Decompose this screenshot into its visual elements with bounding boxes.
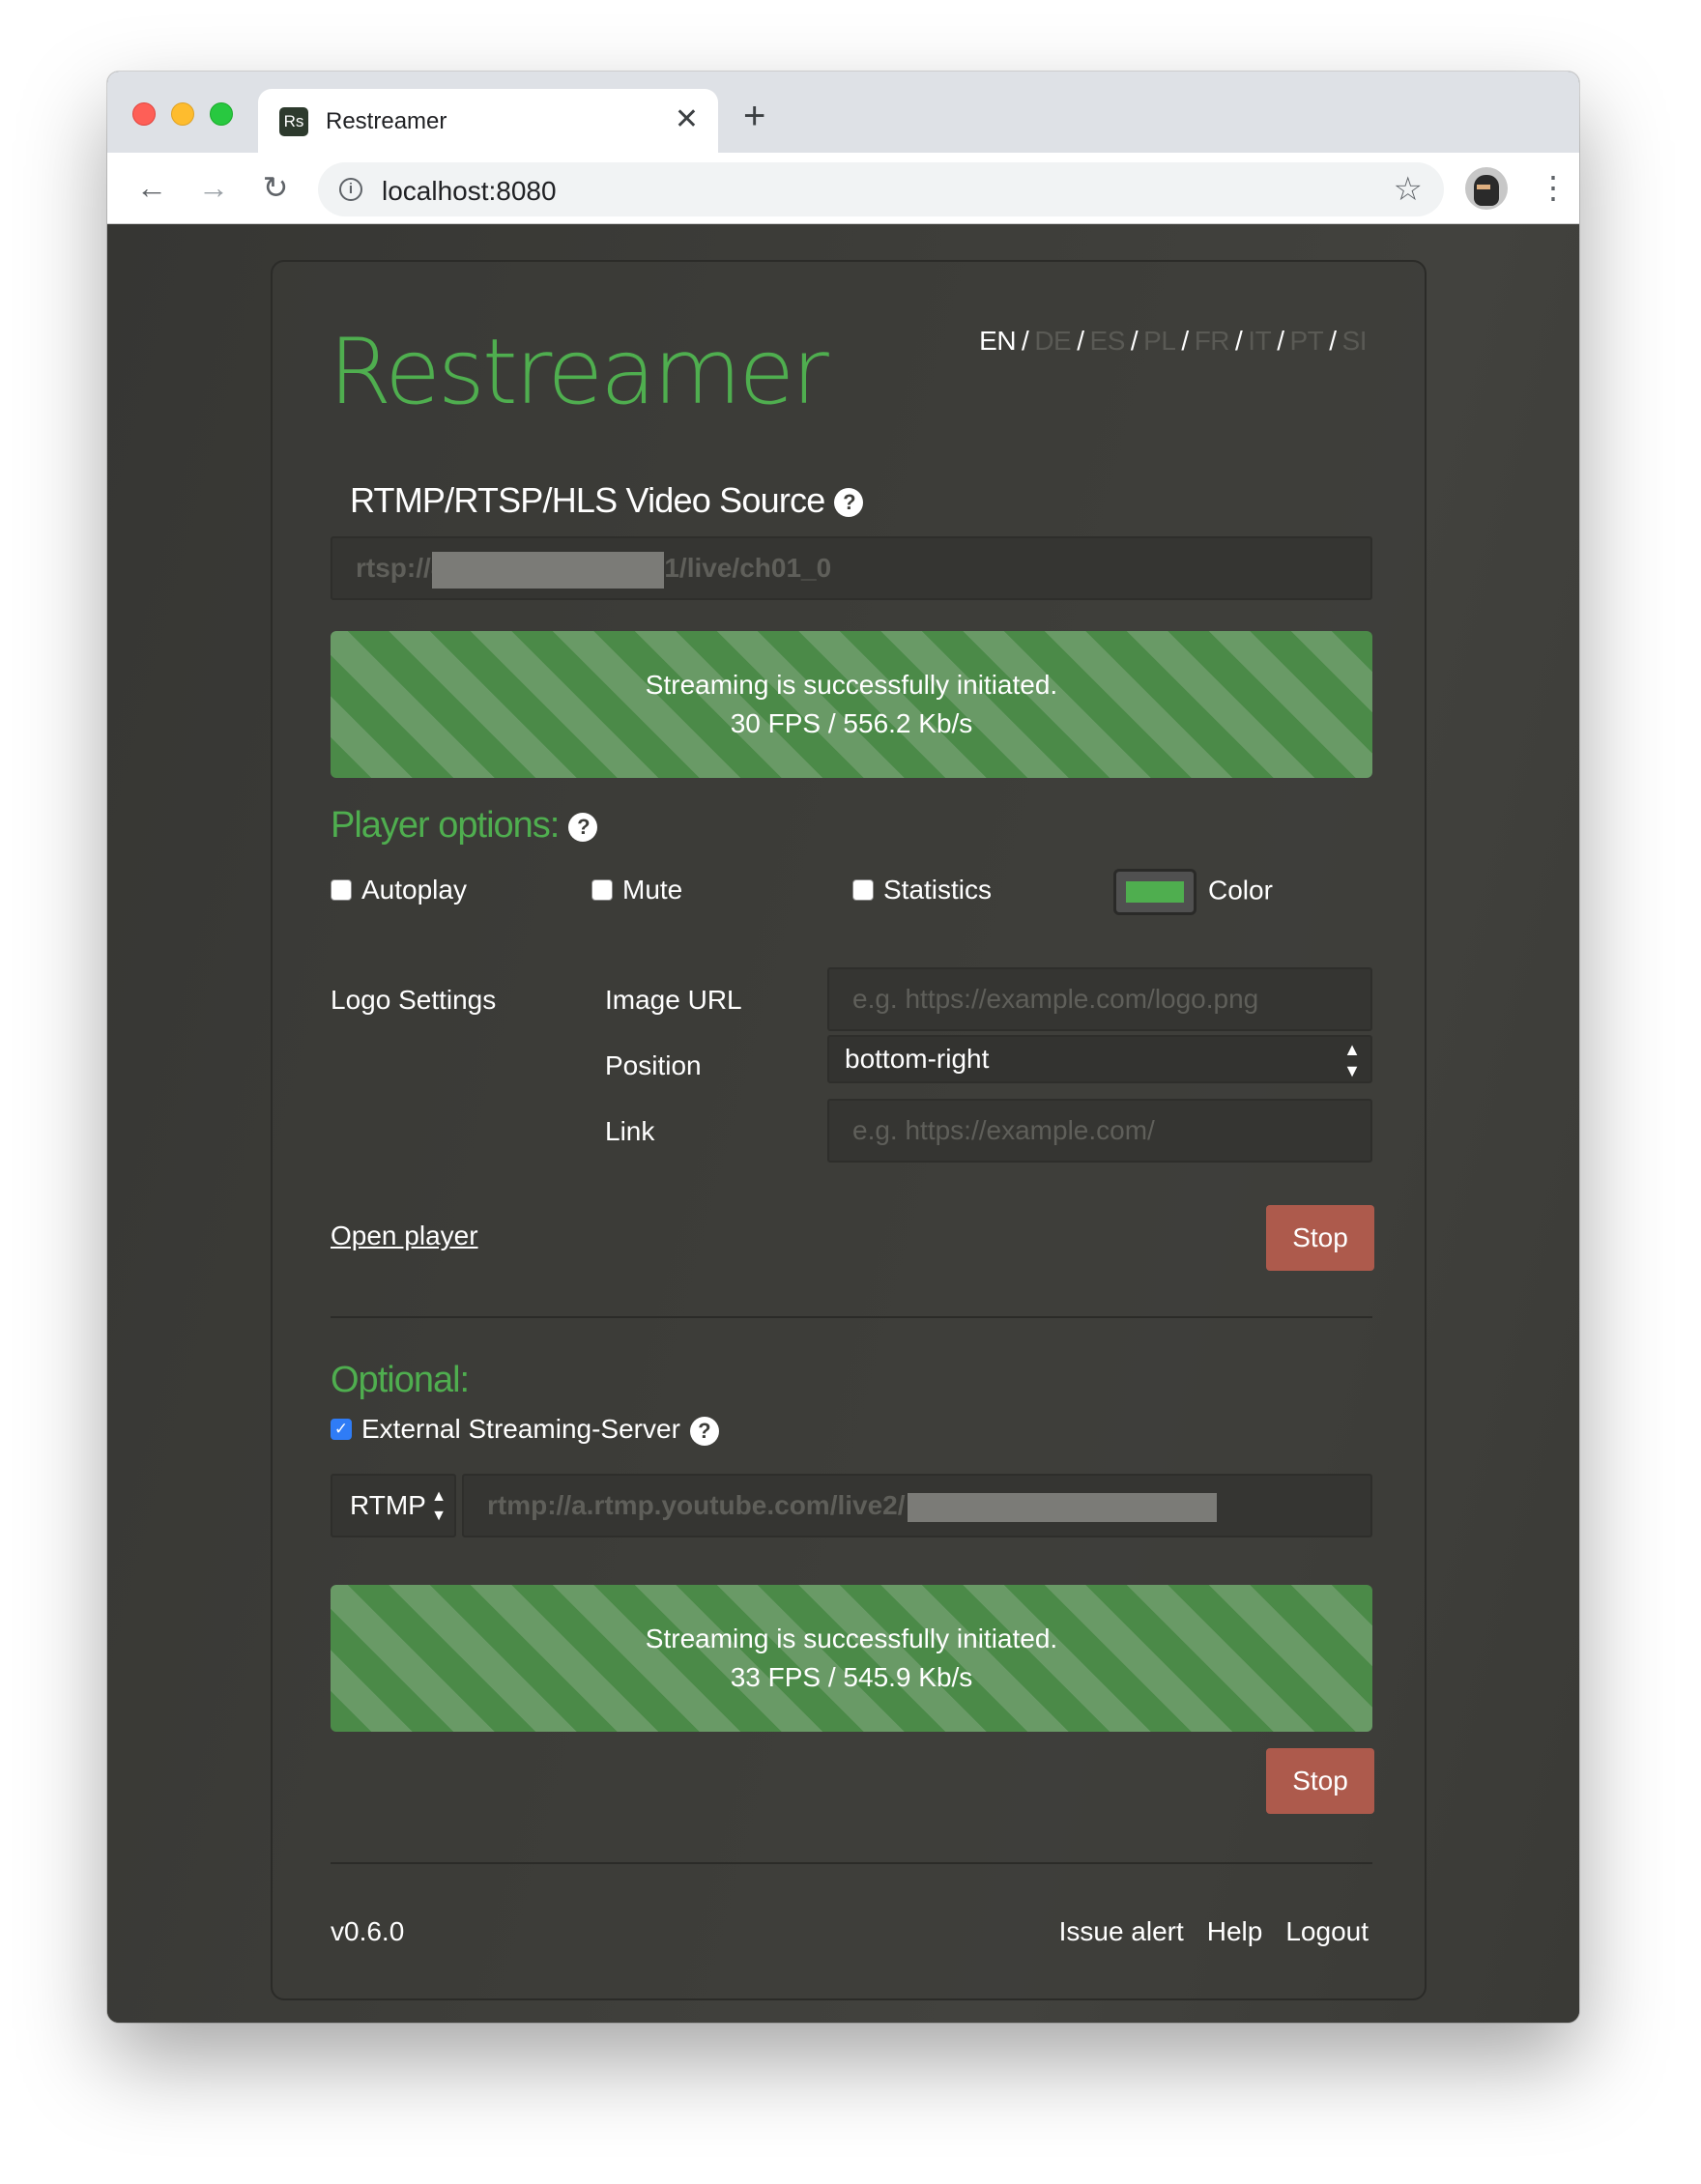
back-arrow-icon[interactable]: ← [130,166,173,209]
url-text[interactable]: localhost:8080 [382,176,557,207]
browser-toolbar: ← → ↻ i localhost:8080 ☆ ⋮ [107,153,1579,224]
star-icon[interactable]: ☆ [1394,170,1423,209]
source-stream-status: Streaming is successfully initiated. 30 … [331,631,1372,778]
mute-checkbox[interactable] [591,878,613,901]
reload-icon[interactable]: ↻ [254,166,297,209]
statistics-label: Statistics [883,875,993,905]
autoplay-option[interactable]: Autoplay [331,875,467,905]
kebab-menu-icon[interactable]: ⋮ [1538,166,1569,209]
lang-si[interactable]: SI [1342,326,1368,356]
source-url-prefix: rtsp:// [356,553,431,583]
logo-settings-label: Logo Settings [331,985,497,1015]
autoplay-checkbox[interactable] [331,878,352,901]
help-icon[interactable]: ? [568,812,598,842]
page-viewport: Restreamer EN / DE / ES / PL / FR / IT / PT / SI RTMP/… [107,224,1579,2023]
close-icon[interactable]: ✕ [675,102,699,137]
external-server-label: External Streaming-Server [361,1414,680,1444]
divider [331,1862,1372,1864]
redaction-bar [907,1492,1217,1522]
color-picker[interactable] [1113,869,1196,915]
logout-link[interactable]: Logout [1285,1916,1369,1946]
lang-en[interactable]: EN [979,326,1016,356]
position-value: bottom-right [845,1044,990,1074]
divider [331,1316,1372,1318]
protocol-select[interactable]: RTMP ▲ ▼ [331,1474,456,1537]
stop-external-button[interactable]: Stop [1266,1748,1374,1814]
tab-favicon-icon: Rs [279,107,308,136]
external-stream-status: Streaming is successfully initiated. 33 … [331,1585,1372,1732]
external-server-checkbox[interactable]: ✓ [331,1418,352,1440]
lang-it[interactable]: IT [1248,326,1271,356]
video-source-input[interactable]: rtsp://81/live/ch01_0 [331,536,1372,600]
position-label: Position [605,1050,702,1080]
color-option[interactable]: Color [1113,869,1273,915]
status-rate: 33 FPS / 545.9 Kb/s [730,1662,973,1692]
link-label: Link [605,1116,655,1146]
help-icon[interactable]: ? [689,1416,719,1446]
avatar[interactable] [1465,167,1508,210]
issue-alert-link[interactable]: Issue alert [1059,1916,1184,1946]
player-options-heading: Player options:? [331,805,598,847]
info-icon[interactable]: i [339,178,362,201]
title-bar: Rs Restreamer ✕ + [107,72,1579,153]
avatar-eyes-icon [1477,185,1490,189]
rtmp-url-input[interactable]: rtmp://a.rtmp.youtube.com/live2/ [462,1474,1372,1537]
browser-window: Rs Restreamer ✕ + ← → ↻ i localhost:8080… [107,72,1579,2023]
lang-fr[interactable]: FR [1195,326,1230,356]
color-label: Color [1208,875,1273,905]
tab-title: Restreamer [326,108,447,134]
open-player-link[interactable]: Open player [331,1221,478,1251]
player-options-heading-text: Player options: [331,805,560,846]
image-url-label: Image URL [605,985,742,1015]
forward-arrow-icon[interactable]: → [192,166,235,209]
plus-icon[interactable]: + [743,97,765,135]
statistics-checkbox[interactable] [852,878,874,901]
lang-pt[interactable]: PT [1289,326,1323,356]
video-source-heading-text: RTMP/RTSP/HLS Video Source [350,480,825,520]
autoplay-label: Autoplay [361,875,467,905]
version-label: v0.6.0 [331,1916,405,1946]
footer-links: Issue alert Help Logout [1036,1916,1369,1947]
video-source-heading: RTMP/RTSP/HLS Video Source? [350,480,864,521]
language-switcher: EN / DE / ES / PL / FR / IT / PT / SI [979,326,1368,356]
external-server-option[interactable]: ✓ External Streaming-Server? [331,1414,719,1446]
stop-source-button[interactable]: Stop [1266,1205,1374,1271]
status-message: Streaming is successfully initiated. [645,1624,1058,1653]
optional-heading: Optional: [331,1360,470,1400]
address-bar[interactable]: i localhost:8080 ☆ [318,162,1444,216]
link-input[interactable]: e.g. https://example.com/ [827,1099,1372,1163]
image-url-input[interactable]: e.g. https://example.com/logo.png [827,967,1372,1031]
position-select[interactable]: bottom-right ▲ ▼ [827,1035,1372,1083]
lang-es[interactable]: ES [1090,326,1126,356]
mute-label: Mute [622,875,683,905]
avatar-head-icon [1474,175,1499,206]
select-arrows-icon: ▲ ▼ [431,1488,447,1524]
close-window-button[interactable] [132,102,156,126]
status-message: Streaming is successfully initiated. [645,670,1058,700]
redaction-bar [432,551,665,589]
select-arrows-icon: ▲ ▼ [1343,1040,1361,1080]
statistics-option[interactable]: Statistics [852,875,992,905]
help-link[interactable]: Help [1207,1916,1263,1946]
source-url-suffix: 1/live/ch01_0 [664,553,832,583]
app-logo: Restreamer [329,320,829,425]
player-options-row: Autoplay Mute Statistics Color [331,869,1372,927]
minimize-window-button[interactable] [171,102,194,126]
maximize-window-button[interactable] [210,102,233,126]
protocol-value: RTMP [350,1490,426,1520]
browser-tab[interactable]: Rs Restreamer ✕ [258,89,718,153]
rtmp-url-text: rtmp://a.rtmp.youtube.com/live2/ [487,1490,906,1520]
color-swatch-fill [1126,881,1184,903]
lang-de[interactable]: DE [1034,326,1071,356]
help-icon[interactable]: ? [834,488,864,518]
lang-pl[interactable]: PL [1143,326,1176,356]
main-panel: Restreamer EN / DE / ES / PL / FR / IT / PT / SI RTMP/… [271,260,1427,2000]
status-rate: 30 FPS / 556.2 Kb/s [730,708,973,738]
mute-option[interactable]: Mute [591,875,682,905]
